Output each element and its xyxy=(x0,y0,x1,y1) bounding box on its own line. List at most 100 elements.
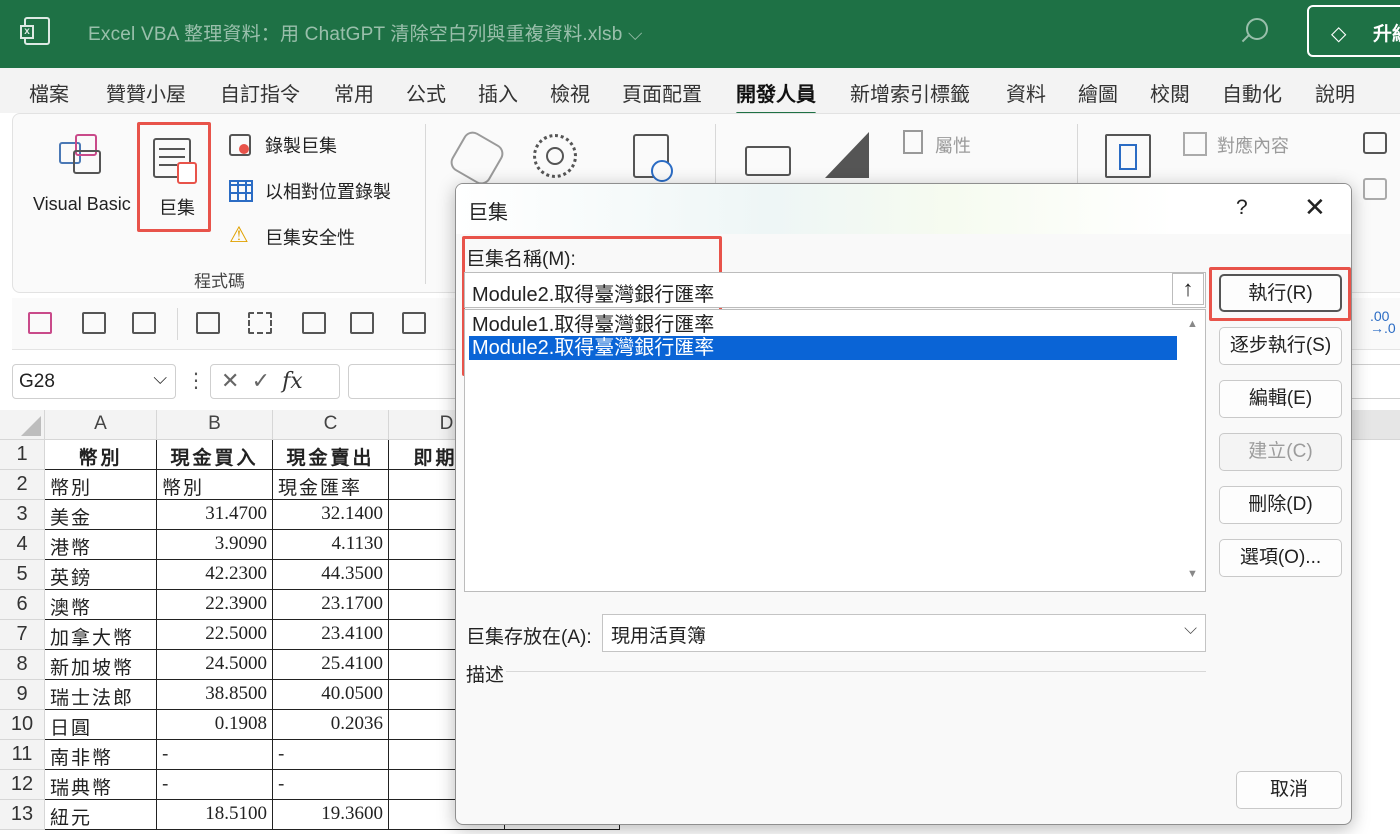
search-icon[interactable] xyxy=(1246,18,1268,40)
cell-a[interactable]: 南非幣 xyxy=(45,740,157,770)
cell-a[interactable]: 新加坡幣 xyxy=(45,650,157,680)
cell-c[interactable]: 44.3500 xyxy=(273,560,389,590)
picture-icon[interactable] xyxy=(196,312,220,334)
form-icon[interactable] xyxy=(402,312,426,334)
cell-b[interactable]: 38.8500 xyxy=(157,680,273,710)
cell-b[interactable]: 現金買入 xyxy=(157,440,273,470)
more-options-icon[interactable]: ⋮ xyxy=(186,368,206,393)
row-header[interactable]: 9 xyxy=(0,680,45,710)
export-icon[interactable] xyxy=(1363,178,1387,200)
select-objects-icon[interactable] xyxy=(248,312,272,334)
options-button[interactable]: 選項(O)... xyxy=(1219,539,1342,577)
cancel-button[interactable]: 取消 xyxy=(1236,771,1342,809)
document-title[interactable]: Excel VBA 整理資料：用 ChatGPT 清除空白列與重複資料.xlsb… xyxy=(88,19,643,46)
print-area-icon[interactable] xyxy=(302,312,326,334)
row-header[interactable]: 5 xyxy=(0,560,45,590)
row-header[interactable]: 4 xyxy=(0,530,45,560)
cell-c[interactable]: 23.1700 xyxy=(273,590,389,620)
row-header[interactable]: 7 xyxy=(0,620,45,650)
cell-b[interactable]: - xyxy=(157,740,273,770)
decimal-icon[interactable]: .00 →.0 xyxy=(1370,309,1396,335)
arrow-up-icon[interactable]: ↑ xyxy=(1172,273,1204,305)
cell-c[interactable]: 23.4100 xyxy=(273,620,389,650)
tab-formulas[interactable]: 公式 xyxy=(406,78,446,107)
tab-draw[interactable]: 繪圖 xyxy=(1078,78,1118,107)
macro-name-input[interactable]: Module2.取得臺灣銀行匯率 xyxy=(464,272,1206,308)
row-header[interactable]: 8 xyxy=(0,650,45,680)
row-header[interactable]: 6 xyxy=(0,590,45,620)
row-header[interactable]: 1 xyxy=(0,440,45,470)
properties-label[interactable]: 屬性 xyxy=(935,132,971,158)
cell-b[interactable]: 22.3900 xyxy=(157,590,273,620)
scroll-up-icon[interactable]: ▲ xyxy=(1187,318,1198,330)
cell-c[interactable]: 40.0500 xyxy=(273,680,389,710)
cell-a[interactable]: 港幣 xyxy=(45,530,157,560)
cell-a[interactable]: 紐元 xyxy=(45,800,157,830)
cell-b[interactable]: 24.5000 xyxy=(157,650,273,680)
tab-automate[interactable]: 自動化 xyxy=(1222,78,1282,107)
cell-b[interactable]: 3.9090 xyxy=(157,530,273,560)
tab-new-tab[interactable]: 新增索引標籤 xyxy=(850,78,970,107)
record-macro-icon[interactable] xyxy=(132,312,156,334)
check-list-icon[interactable] xyxy=(350,312,374,334)
tab-developer[interactable]: 開發人員 xyxy=(736,78,816,115)
tab-review[interactable]: 校閱 xyxy=(1150,78,1190,107)
cell-b[interactable]: 0.1908 xyxy=(157,710,273,740)
create-button[interactable]: 建立(C) xyxy=(1219,433,1342,471)
visual-basic-button[interactable]: Visual Basic xyxy=(29,128,139,228)
row-header[interactable]: 11 xyxy=(0,740,45,770)
tab-data[interactable]: 資料 xyxy=(1006,78,1046,107)
macro-list[interactable]: Module1.取得臺灣銀行匯率 Module2.取得臺灣銀行匯率 ▲ ▼ xyxy=(464,309,1206,592)
step-into-button[interactable]: 逐步執行(S) xyxy=(1219,327,1342,365)
cell-a[interactable]: 瑞典幣 xyxy=(45,770,157,800)
cell-c[interactable]: 4.1130 xyxy=(273,530,389,560)
tab-page-layout[interactable]: 頁面配置 xyxy=(622,78,702,107)
list-item-selected[interactable]: Module2.取得臺灣銀行匯率 xyxy=(469,336,1177,360)
row-header[interactable]: 3 xyxy=(0,500,45,530)
tab-zanzan[interactable]: 贊贊小屋 xyxy=(106,78,186,107)
cell-c[interactable]: 現金賣出 xyxy=(273,440,389,470)
import-icon[interactable] xyxy=(1363,132,1387,154)
column-header-a[interactable]: A xyxy=(45,410,157,440)
cell-a[interactable]: 英鎊 xyxy=(45,560,157,590)
column-header-selected[interactable] xyxy=(1352,410,1400,440)
tab-home[interactable]: 常用 xyxy=(334,78,374,107)
confirm-icon[interactable]: ✓ xyxy=(252,368,270,393)
cell-a[interactable]: 加拿大幣 xyxy=(45,620,157,650)
list-item[interactable]: Module1.取得臺灣銀行匯率 xyxy=(469,313,1177,337)
help-button[interactable]: ? xyxy=(1236,196,1248,220)
com-addins-icon[interactable] xyxy=(633,134,673,182)
map-properties-label[interactable]: 對應內容 xyxy=(1217,132,1289,158)
cell-a[interactable]: 日圓 xyxy=(45,710,157,740)
cell-a[interactable]: 澳幣 xyxy=(45,590,157,620)
cell-c[interactable]: 現金匯率 xyxy=(273,470,389,500)
toolbox-icon[interactable] xyxy=(745,146,791,176)
row-header[interactable]: 10 xyxy=(0,710,45,740)
row-header[interactable]: 13 xyxy=(0,800,45,830)
source-icon[interactable] xyxy=(1105,134,1151,178)
settings-gear-icon[interactable] xyxy=(533,134,577,178)
row-header[interactable]: 2 xyxy=(0,470,45,500)
map-properties-icon[interactable] xyxy=(1183,132,1207,156)
design-mode-icon[interactable] xyxy=(825,132,869,178)
cell-b[interactable]: - xyxy=(157,770,273,800)
edit-button[interactable]: 編輯(E) xyxy=(1219,380,1342,418)
upgrade-button[interactable]: ◇ 升級 xyxy=(1307,5,1400,57)
cell-b[interactable]: 42.2300 xyxy=(157,560,273,590)
row-header[interactable]: 12 xyxy=(0,770,45,800)
store-in-select[interactable]: 現用活頁簿 ⌵ xyxy=(602,614,1206,652)
tab-custom-commands[interactable]: 自訂指令 xyxy=(220,78,300,107)
cell-c[interactable]: 25.4100 xyxy=(273,650,389,680)
macro-security-button[interactable]: ⚠ 巨集安全性 xyxy=(229,222,429,252)
relative-reference-button[interactable]: 以相對位置錄製 xyxy=(229,176,429,206)
cell-b[interactable]: 22.5000 xyxy=(157,620,273,650)
macro-icon[interactable] xyxy=(82,312,106,334)
cell-a[interactable]: 幣別 xyxy=(45,440,157,470)
add-ins-icon[interactable] xyxy=(446,127,508,189)
run-button[interactable]: 執行(R) xyxy=(1219,274,1342,312)
tab-insert[interactable]: 插入 xyxy=(478,78,518,107)
name-box[interactable]: G28 ⌵ xyxy=(12,364,176,399)
cell-a[interactable]: 幣別 xyxy=(45,470,157,500)
cell-c[interactable]: 0.2036 xyxy=(273,710,389,740)
cell-b[interactable]: 幣別 xyxy=(157,470,273,500)
